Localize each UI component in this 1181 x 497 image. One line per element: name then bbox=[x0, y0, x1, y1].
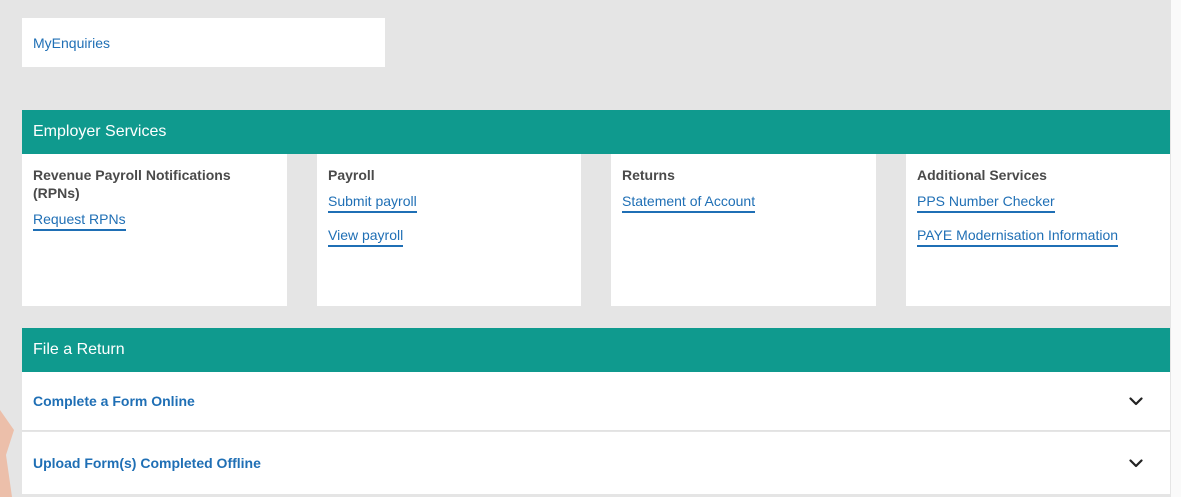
chevron-down-icon[interactable] bbox=[1128, 455, 1144, 471]
orange-decoration bbox=[0, 410, 14, 497]
view-payroll-link[interactable]: View payroll bbox=[328, 226, 404, 247]
submit-payroll-link[interactable]: Submit payroll bbox=[328, 192, 417, 213]
service-card-additional: Additional Services PPS Number Checker P… bbox=[906, 154, 1170, 306]
request-rpns-link[interactable]: Request RPNs bbox=[33, 210, 126, 231]
service-title-additional: Additional Services bbox=[917, 167, 1047, 183]
paye-modernisation-link[interactable]: PAYE Modernisation Information bbox=[917, 226, 1119, 247]
page-background: MyEnquiries Employer Services Revenue Pa… bbox=[0, 0, 1181, 497]
service-card-payroll: Payroll Submit payroll View payroll bbox=[317, 154, 581, 306]
pps-number-checker-link[interactable]: PPS Number Checker bbox=[917, 192, 1055, 213]
accordion-upload-forms-offline[interactable]: Upload Form(s) Completed Offline bbox=[22, 432, 1170, 494]
employer-services-title: Employer Services bbox=[33, 123, 167, 140]
employer-services-header: Employer Services bbox=[22, 110, 1170, 154]
file-a-return-header: File a Return bbox=[22, 328, 1170, 372]
service-card-returns: Returns Statement of Account bbox=[611, 154, 876, 306]
file-a-return-title: File a Return bbox=[33, 341, 125, 358]
chevron-down-icon[interactable] bbox=[1128, 393, 1144, 409]
accordion-label: Upload Form(s) Completed Offline bbox=[33, 455, 261, 471]
accordion-label: Complete a Form Online bbox=[33, 393, 195, 409]
service-title-returns: Returns bbox=[622, 167, 675, 183]
myenquiries-link[interactable]: MyEnquiries bbox=[33, 35, 110, 51]
service-card-rpns: Revenue Payroll Notifications (RPNs) Req… bbox=[22, 154, 287, 306]
right-edge-strip bbox=[1171, 0, 1181, 497]
myenquiries-card: MyEnquiries bbox=[22, 18, 385, 67]
service-title-rpns: Revenue Payroll Notifications (RPNs) bbox=[33, 167, 231, 201]
service-title-payroll: Payroll bbox=[328, 167, 375, 183]
statement-of-account-link[interactable]: Statement of Account bbox=[622, 192, 756, 213]
accordion-complete-form-online[interactable]: Complete a Form Online bbox=[22, 372, 1170, 431]
